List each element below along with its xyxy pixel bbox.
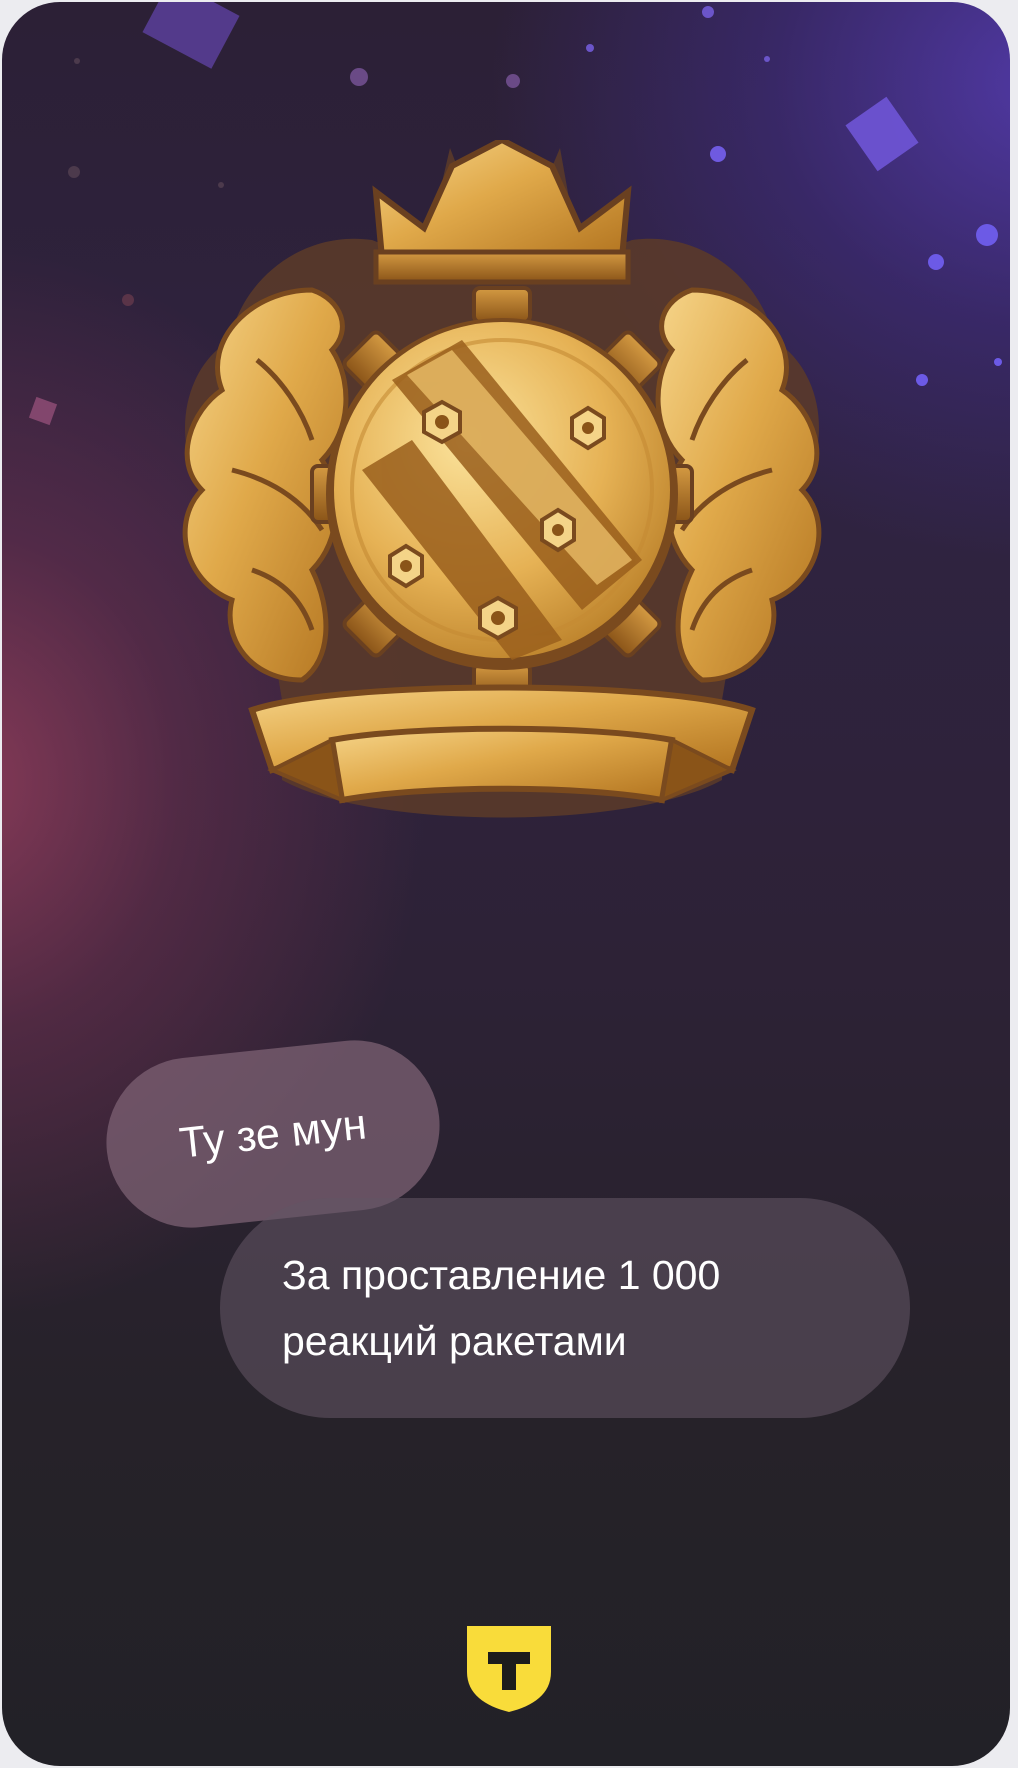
- confetti-piece: [142, 2, 240, 69]
- confetti-piece: [28, 396, 58, 426]
- gold-crest-medal-icon: [182, 140, 822, 818]
- confetti-dot: [68, 166, 80, 178]
- confetti-dot: [916, 374, 928, 386]
- confetti-dot: [764, 56, 770, 62]
- achievement-title: Ту зе мун: [177, 1099, 369, 1168]
- confetti-dot: [702, 6, 714, 18]
- achievement-description-line: реакций ракетами: [282, 1318, 627, 1364]
- confetti-dot: [506, 74, 520, 88]
- achievement-description: За проставление 1 000 реакций ракетами: [282, 1242, 720, 1374]
- achievement-card: Ту зе мун За проставление 1 000 реакций …: [2, 2, 1010, 1766]
- confetti-dot: [586, 44, 594, 52]
- confetti-dot: [928, 254, 944, 270]
- confetti-dot: [122, 294, 134, 306]
- confetti-dot: [350, 68, 368, 86]
- t-shield-logo-icon: [467, 1626, 551, 1712]
- achievement-description-line: За проставление 1 000: [282, 1252, 721, 1298]
- confetti-dot: [994, 358, 1002, 366]
- confetti-piece: [845, 96, 919, 172]
- achievement-description-pill: За проставление 1 000 реакций ракетами: [220, 1198, 910, 1418]
- confetti-dot: [74, 58, 80, 64]
- confetti-dot: [976, 224, 998, 246]
